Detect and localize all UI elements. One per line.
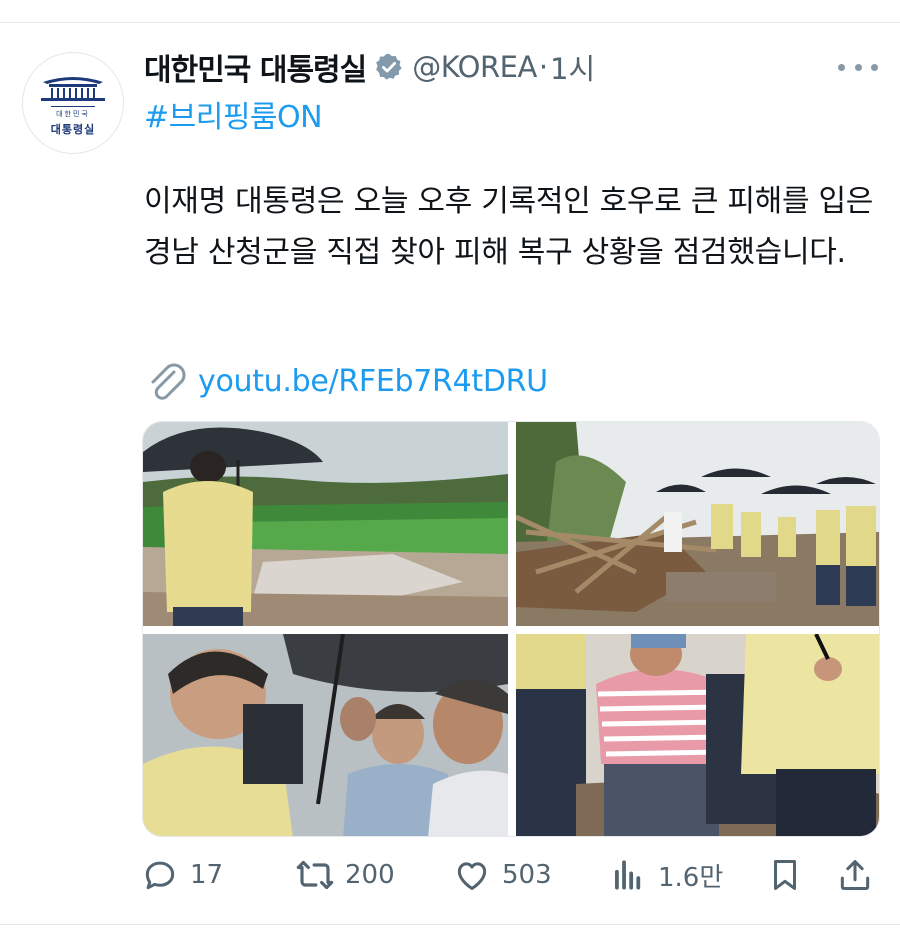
photo-2[interactable] <box>516 422 879 626</box>
like-button[interactable]: 503 <box>452 852 552 898</box>
media-grid <box>142 421 880 837</box>
action-bar: 17 200 503 1.6만 <box>140 852 880 898</box>
link-row[interactable]: youtu.be/RFEb7R4tDRU <box>144 358 548 404</box>
bottom-divider <box>0 924 900 925</box>
views-button[interactable]: 1.6만 <box>608 852 723 898</box>
tweet-header: 대한민국 대통령실 @KOREA · 1시 <box>144 46 595 88</box>
like-count: 503 <box>502 860 552 890</box>
photo-1[interactable] <box>143 422 508 626</box>
more-dot <box>838 63 845 71</box>
photo-3[interactable] <box>143 634 508 836</box>
retweet-button[interactable]: 200 <box>295 852 395 898</box>
avatar[interactable]: 대한민국 대통령실 <box>22 52 124 154</box>
reply-button[interactable]: 17 <box>140 852 223 898</box>
share-icon <box>835 855 875 895</box>
verified-badge-icon[interactable] <box>374 52 404 82</box>
handle[interactable]: @KOREA <box>412 50 537 84</box>
avatar-subtitle: 대한민국 <box>56 109 90 118</box>
hashtag-link[interactable]: #브리핑룸ON <box>144 92 323 136</box>
share-button[interactable] <box>835 852 875 898</box>
avatar-title: 대통령실 <box>50 122 96 136</box>
tweet-text: 이재명 대통령은 오늘 오후 기록적인 호우로 큰 피해를 입은 경남 산청군을… <box>144 184 874 270</box>
retweet-count: 200 <box>345 860 395 890</box>
views-count: 1.6만 <box>658 862 724 893</box>
display-name[interactable]: 대한민국 대통령실 <box>144 45 367 89</box>
paperclip-icon <box>144 358 190 404</box>
more-dot <box>854 63 862 71</box>
bookmark-icon <box>765 855 805 895</box>
separator: · <box>538 50 549 84</box>
reply-icon <box>140 855 180 895</box>
reply-count: 17 <box>190 860 224 890</box>
top-divider <box>0 22 900 23</box>
views-icon <box>608 855 648 895</box>
more-icon[interactable] <box>838 52 878 82</box>
heart-icon <box>452 855 492 895</box>
retweet-icon <box>295 855 335 895</box>
bookmark-button[interactable] <box>765 852 805 898</box>
timestamp[interactable]: 1시 <box>550 46 595 88</box>
photo-4[interactable] <box>516 634 879 836</box>
more-dot <box>871 63 878 71</box>
blue-house-logo-icon <box>41 76 105 101</box>
avatar-divider <box>51 105 95 107</box>
tweet-link[interactable]: youtu.be/RFEb7R4tDRU <box>198 364 548 399</box>
